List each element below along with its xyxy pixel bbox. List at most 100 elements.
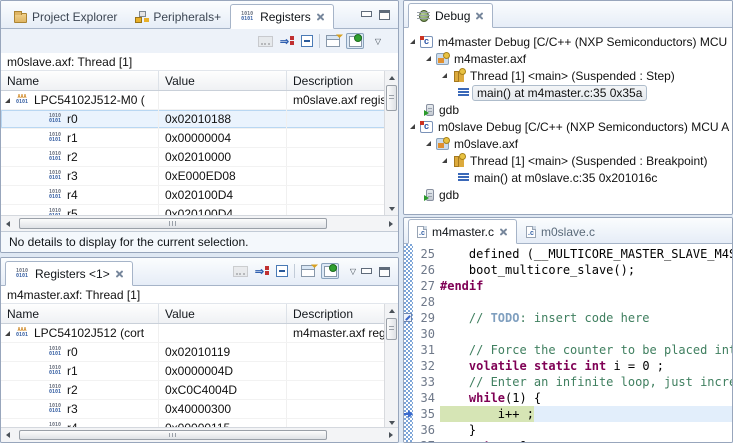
collapse-all-icon[interactable]: [301, 35, 313, 47]
line-number[interactable]: 32: [413, 359, 440, 373]
code-line[interactable]: 36 }: [404, 422, 732, 438]
expand-arrow-icon[interactable]: [442, 73, 447, 78]
column-header-value[interactable]: Value: [159, 71, 287, 90]
line-number[interactable]: 37: [413, 439, 440, 442]
scroll-up-button[interactable]: [385, 304, 398, 317]
open-new-view-icon[interactable]: [301, 265, 315, 277]
horizontal-scrollbar[interactable]: [1, 215, 398, 231]
scroll-left-button[interactable]: [1, 216, 15, 231]
column-header-value[interactable]: Value: [159, 304, 287, 323]
tab-m4master-c[interactable]: m4master.c: [408, 219, 517, 244]
close-icon[interactable]: [475, 11, 484, 20]
register-row[interactable]: r40x020100D4: [1, 186, 398, 205]
tab-m0slave-c[interactable]: m0slave.c: [517, 219, 604, 244]
code-line[interactable]: 31 // Force the counter to be placed int…: [404, 342, 732, 358]
register-row[interactable]: r00x02010188: [1, 110, 398, 129]
code-line[interactable]: 29 // TODO: insert code here: [404, 310, 732, 326]
debug-tree-row[interactable]: m0slave Debug [C/C++ (NXP Semiconductors…: [404, 118, 732, 135]
register-group-row[interactable]: LPC54102J512-M0 (m0slave.axf regis: [1, 91, 398, 110]
scrollbar-thumb[interactable]: [386, 85, 397, 111]
line-number[interactable]: 35: [413, 407, 440, 421]
debug-tree-row[interactable]: main() at m0slave.c:35 0x201016c: [404, 169, 732, 186]
debug-tree-row[interactable]: gdb: [404, 101, 732, 118]
scroll-left-button[interactable]: [1, 428, 15, 442]
code-editor[interactable]: 25 defined (__MULTICORE_MASTER_SLAVE_M4S…: [404, 244, 732, 442]
vertical-scrollbar[interactable]: [384, 304, 398, 429]
debug-tree-row[interactable]: m0slave.axf: [404, 135, 732, 152]
expand-arrow-icon[interactable]: [410, 124, 415, 129]
tab-peripherals[interactable]: Peripherals+: [126, 4, 230, 29]
code-line[interactable]: 33 // Enter an infinite loop, just incre…: [404, 374, 732, 390]
tab-registers-1[interactable]: Registers <1>: [5, 261, 133, 286]
line-number[interactable]: 34: [413, 391, 440, 405]
column-header-name[interactable]: Name: [1, 71, 159, 90]
close-icon[interactable]: [499, 227, 508, 236]
code-line[interactable]: 35 i++ ;: [404, 406, 732, 422]
expand-arrow-icon[interactable]: [442, 158, 447, 163]
maximize-icon[interactable]: [379, 10, 390, 20]
expand-arrow-icon[interactable]: [426, 141, 431, 146]
line-number[interactable]: 29: [413, 311, 440, 325]
column-header-name[interactable]: Name: [1, 304, 159, 323]
vertical-scrollbar[interactable]: [384, 71, 398, 215]
register-row[interactable]: r50x020100D4: [1, 205, 398, 215]
register-row[interactable]: r30xE000ED08: [1, 167, 398, 186]
debug-tree-row[interactable]: m4master.axf: [404, 50, 732, 67]
minimize-icon[interactable]: [361, 268, 372, 277]
code-line[interactable]: 25 defined (__MULTICORE_MASTER_SLAVE_M4S…: [404, 246, 732, 262]
register-row[interactable]: r10x0000004D: [1, 362, 398, 381]
register-row[interactable]: r00x02010119: [1, 343, 398, 362]
debug-tree-row[interactable]: m4master Debug [C/C++ (NXP Semiconductor…: [404, 33, 732, 50]
expand-arrow-icon[interactable]: [410, 39, 415, 44]
collapse-all-icon[interactable]: [276, 265, 288, 277]
close-icon[interactable]: [115, 269, 124, 278]
scrollbar-thumb[interactable]: [386, 318, 397, 340]
scrollbar-thumb[interactable]: [19, 430, 327, 440]
scrollbar-thumb[interactable]: [19, 218, 327, 229]
register-group-row[interactable]: LPC54102J512 (cortm4master.axf reg: [1, 324, 398, 343]
debug-tree-row[interactable]: main() at m4master.c:35 0x35a: [404, 84, 732, 101]
scroll-down-button[interactable]: [385, 202, 398, 215]
tab-debug[interactable]: Debug: [408, 3, 493, 28]
debug-tree-row[interactable]: Thread [1] <main> (Suspended : Step): [404, 67, 732, 84]
code-line[interactable]: 32 volatile static int i = 0 ;: [404, 358, 732, 374]
column-header-description[interactable]: Description: [287, 71, 398, 90]
link-with-debug-icon[interactable]: [254, 264, 270, 278]
code-line[interactable]: 28: [404, 294, 732, 310]
line-number[interactable]: 27: [413, 279, 440, 293]
code-line[interactable]: 37 return 0 ;: [404, 438, 732, 442]
code-line[interactable]: 26 boot_multicore_slave();: [404, 262, 732, 278]
debug-tree-row[interactable]: gdb: [404, 186, 732, 203]
register-row[interactable]: r20x02010000: [1, 148, 398, 167]
line-number[interactable]: 26: [413, 263, 440, 277]
pin-view-icon[interactable]: [321, 263, 339, 279]
debug-tree-row[interactable]: Thread [1] <main> (Suspended : Breakpoin…: [404, 152, 732, 169]
view-menu-icon[interactable]: [370, 34, 386, 48]
line-number[interactable]: 36: [413, 423, 440, 437]
code-line[interactable]: 30: [404, 326, 732, 342]
maximize-icon[interactable]: [379, 267, 390, 277]
format-disabled-icon[interactable]: [258, 36, 273, 47]
minimize-icon[interactable]: [361, 11, 372, 20]
expand-arrow-icon[interactable]: [5, 331, 10, 336]
column-header-description[interactable]: Description: [287, 304, 398, 323]
expand-arrow-icon[interactable]: [426, 56, 431, 61]
register-row[interactable]: r10x00000004: [1, 129, 398, 148]
close-icon[interactable]: [316, 12, 325, 21]
task-marker-icon[interactable]: [404, 313, 412, 322]
line-number[interactable]: 28: [413, 295, 440, 309]
pin-view-icon[interactable]: [346, 33, 364, 49]
expand-arrow-icon[interactable]: [5, 98, 10, 103]
register-row[interactable]: r20xC0C4004D: [1, 381, 398, 400]
tab-registers[interactable]: Registers: [230, 4, 334, 29]
open-new-view-icon[interactable]: [326, 35, 340, 47]
line-number[interactable]: 30: [413, 327, 440, 341]
scroll-right-button[interactable]: [384, 216, 398, 231]
tab-project-explorer[interactable]: Project Explorer: [5, 4, 126, 29]
format-disabled-icon[interactable]: [233, 266, 248, 277]
line-number[interactable]: 31: [413, 343, 440, 357]
horizontal-scrollbar[interactable]: [1, 427, 398, 442]
line-number[interactable]: 25: [413, 247, 440, 261]
register-row[interactable]: r40x00000115: [1, 419, 398, 427]
scroll-right-button[interactable]: [384, 428, 398, 442]
